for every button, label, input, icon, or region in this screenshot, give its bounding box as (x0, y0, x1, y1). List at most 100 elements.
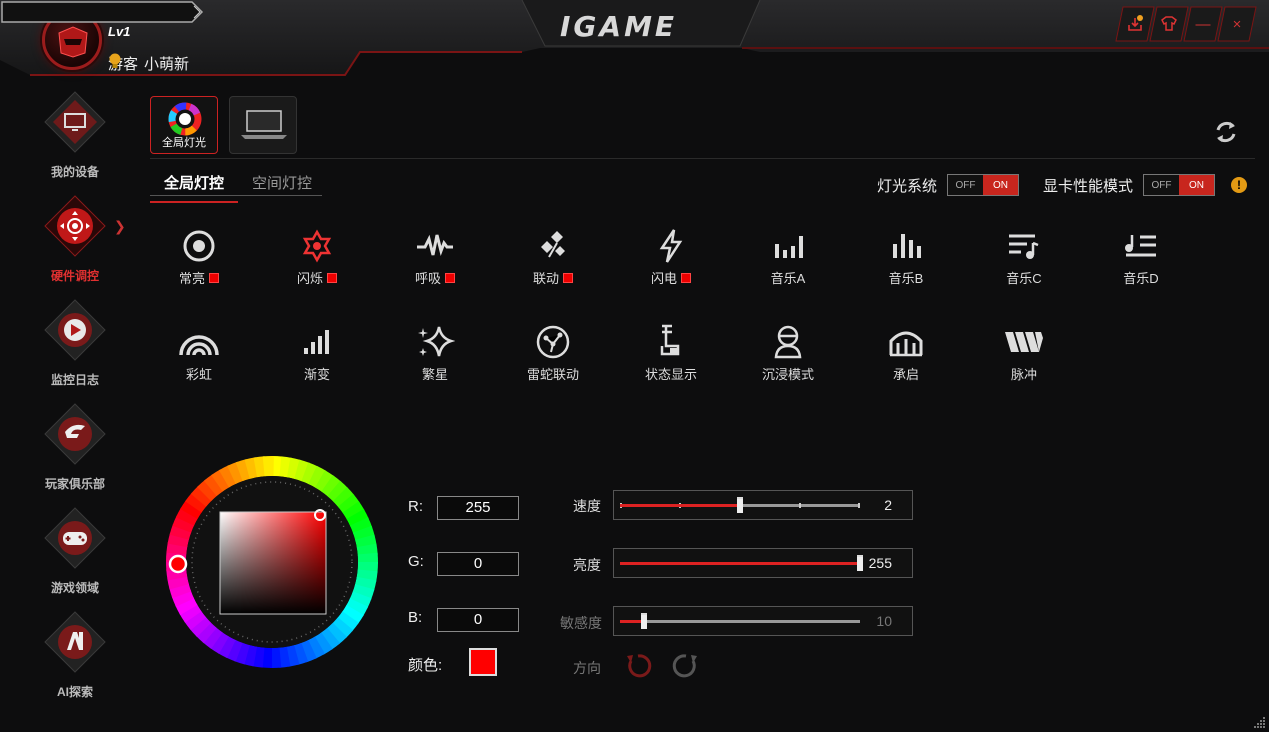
gpu-mode-toggle[interactable]: OFF ON (1143, 174, 1216, 196)
sensitivity-slider[interactable]: 10 (613, 606, 913, 636)
tab-global-light-control[interactable]: 全局灯控 (150, 168, 239, 203)
light-system-label: 灯光系统 (877, 177, 938, 195)
chevron-right-icon: ❯ (114, 218, 126, 234)
level-bar (1, 1, 204, 23)
color-swatch (445, 272, 455, 283)
brightness-slider[interactable]: 255 (613, 548, 913, 578)
sidebar-item-hardware[interactable]: 硬件调控 (30, 194, 120, 284)
bulb-icon (109, 53, 121, 68)
sidebar-item-label: AI探索 (56, 685, 93, 699)
username: 小萌新 (144, 56, 190, 73)
sensitivity-value: 10 (876, 613, 892, 629)
r-label: R: (408, 498, 423, 515)
effect-label: 繁星 (421, 367, 448, 382)
effect-music-a[interactable]: 音乐A (743, 226, 833, 287)
sidebar-item-game-field[interactable]: 游戏领域 (30, 506, 120, 596)
sidebar-item-monitor-log[interactable]: 监控日志 (30, 298, 120, 388)
dpad-icon (44, 195, 106, 257)
brightness-value: 255 (868, 555, 892, 571)
tile-global-light[interactable]: 全局灯光 (150, 96, 218, 154)
effect-label: 沉浸模式 (761, 367, 814, 382)
refresh-icon[interactable] (1212, 118, 1240, 146)
sidebar-item-player-club[interactable]: 玩家俱乐部 (30, 402, 120, 492)
effect-label: 渐变 (303, 367, 330, 382)
color-swatch (327, 272, 337, 283)
effect-immersive[interactable]: 沉浸模式 (743, 322, 833, 383)
slider-thumb[interactable] (641, 613, 647, 629)
flash-icon (302, 229, 332, 263)
music-c-icon (1009, 234, 1039, 259)
sidebar-item-label: 游戏领域 (50, 581, 99, 595)
close-icon: × (1232, 15, 1242, 33)
effect-stars[interactable]: 繁星 (390, 322, 480, 383)
monitor-icon (44, 91, 106, 153)
rainbow-icon (179, 335, 219, 356)
sidebar-item-label: 监控日志 (50, 373, 99, 387)
skin-icon (1161, 16, 1177, 31)
effect-pulse[interactable]: 脉冲 (979, 322, 1069, 383)
effect-gradient[interactable]: 渐变 (272, 322, 362, 383)
color-wheel[interactable] (165, 455, 379, 669)
effect-music-d[interactable]: 音乐D (1096, 226, 1186, 287)
status-icon (660, 324, 680, 356)
toggle-on: ON (983, 175, 1019, 195)
music-d-icon (1125, 235, 1156, 257)
tile-laptop[interactable] (229, 96, 297, 154)
effect-rainbow[interactable]: 彩虹 (154, 322, 244, 383)
color-label: 颜色: (408, 657, 443, 674)
level-text: Lv1 (108, 24, 131, 39)
tab-space-light-control[interactable]: 空间灯控 (238, 168, 326, 203)
brightness-label: 亮度 (573, 557, 601, 573)
effect-steady[interactable]: 常亮 (154, 226, 244, 287)
effect-link[interactable]: 联动 (508, 226, 598, 287)
title-bar: Lv1 游客 小萌新 IGAME — × (0, 0, 1269, 80)
sidebar-item-label: 我的设备 (50, 165, 99, 179)
color-swatch (681, 272, 691, 283)
b-label: B: (408, 609, 423, 626)
slider-thumb[interactable] (737, 497, 743, 513)
speed-value: 2 (884, 497, 892, 513)
rotate-cw-icon[interactable] (672, 652, 700, 680)
b-input[interactable]: 0 (437, 608, 519, 632)
effect-bridge[interactable]: 承启 (861, 322, 951, 383)
color-wheel-graphic (166, 456, 378, 668)
igame-club-icon (44, 403, 106, 465)
slider-track (620, 613, 860, 629)
laptop-icon (241, 110, 287, 139)
gamepad-icon (44, 507, 106, 569)
effect-status-display[interactable]: 状态显示 (626, 322, 716, 383)
speed-slider[interactable]: 2 (613, 490, 913, 520)
effect-label: 脉冲 (1010, 367, 1037, 382)
effect-breath[interactable]: 呼吸 (390, 226, 480, 287)
resize-grip-icon[interactable] (1252, 715, 1266, 729)
light-system-toggle-group: 灯光系统 OFF ON (877, 174, 1020, 196)
sensitivity-label: 敏感度 (560, 615, 602, 631)
effect-label: 呼吸 (414, 271, 441, 286)
effect-label: 音乐B (888, 271, 924, 286)
close-button[interactable]: × (1217, 6, 1257, 42)
effect-flash[interactable]: 闪烁 (272, 226, 362, 287)
g-label: G: (408, 553, 424, 570)
sidebar-item-ai-explore[interactable]: AI探索 (30, 610, 120, 700)
toggle-on: ON (1179, 175, 1215, 195)
razer-icon (536, 325, 570, 359)
sidebar-item-my-device[interactable]: 我的设备 (30, 90, 120, 180)
effect-lightning[interactable]: 闪电 (626, 226, 716, 287)
sidebar-item-label: 硬件调控 (50, 269, 99, 283)
effect-label: 雷蛇联动 (526, 367, 579, 382)
effect-razer-link[interactable]: 雷蛇联动 (508, 322, 598, 383)
effect-label: 彩虹 (185, 367, 212, 382)
effect-music-b[interactable]: 音乐B (861, 226, 951, 287)
download-update-icon (1128, 15, 1143, 31)
slider-tick (858, 503, 860, 508)
helmet-icon (58, 26, 88, 58)
effect-label: 闪电 (650, 271, 677, 286)
color-swatch-preview[interactable] (469, 648, 497, 676)
g-input[interactable]: 0 (437, 552, 519, 576)
light-system-toggle[interactable]: OFF ON (947, 174, 1020, 196)
effect-music-c[interactable]: 音乐C (979, 226, 1069, 287)
warning-icon[interactable]: ! (1231, 177, 1247, 193)
rotate-ccw-icon[interactable] (624, 652, 652, 680)
slider-thumb[interactable] (857, 555, 863, 571)
r-input[interactable]: 255 (437, 496, 519, 520)
